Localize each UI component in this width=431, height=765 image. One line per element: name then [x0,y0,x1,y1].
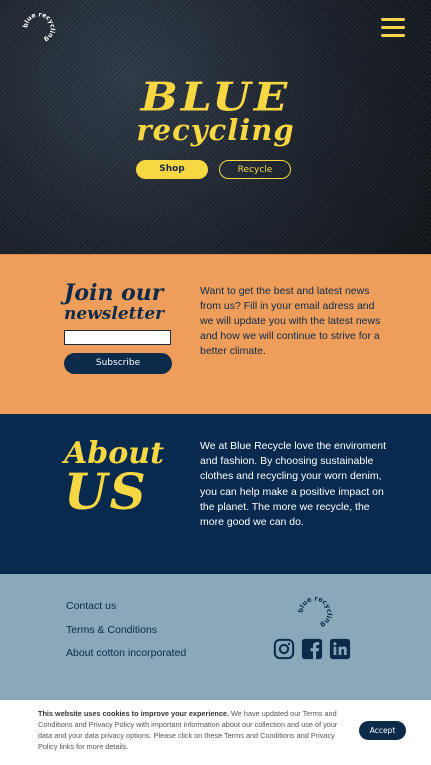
brand-subtitle: recycling [136,113,295,147]
facebook-icon[interactable] [301,638,323,660]
newsletter-section: Join our newsletter Subscribe Want to ge… [0,254,431,415]
cookie-message-bold: This website uses cookies to improve you… [38,709,230,718]
subscribe-button[interactable]: Subscribe [64,353,172,374]
badge-text: blue recycling [22,11,56,43]
footer-badge-text: blue recycling [297,595,334,630]
svg-text:blue recycling: blue recycling [22,11,56,43]
about-text: We at Blue Recycle love the enviroment a… [200,440,386,529]
about-section: About US We at Blue Recycle love the env… [0,414,431,574]
about-title: About US [64,439,164,517]
instagram-icon[interactable] [273,638,295,660]
footer-brand-badge: blue recycling [297,595,334,630]
menu-icon[interactable] [381,18,405,38]
about-title-line2: US [64,462,148,521]
newsletter-text: Want to get the best and latest news fro… [200,285,381,357]
footer-link-terms[interactable]: Terms & Conditions [66,624,157,636]
svg-text:blue recycling: blue recycling [297,595,334,630]
accept-cookies-button[interactable]: Accept [359,721,406,740]
newsletter-title-line1: Join our [64,280,164,306]
footer: Contact us Terms & Conditions About cott… [0,574,431,700]
newsletter-title: Join our newsletter [64,282,164,323]
cookie-banner: This website uses cookies to improve you… [0,700,431,765]
email-field[interactable] [64,330,171,345]
recycle-button[interactable]: Recycle [219,160,291,179]
brand-badge-logo[interactable]: blue recycling [21,10,57,46]
hero-section: blue recycling BLUE recycling Shop Recyc… [0,0,431,254]
shop-button[interactable]: Shop [136,160,208,179]
newsletter-title-line2: newsletter [64,304,165,324]
cookie-message: This website uses cookies to improve you… [38,708,343,752]
footer-link-contact[interactable]: Contact us [66,600,116,612]
footer-link-cotton[interactable]: About cotton incorporated [66,647,186,659]
linkedin-icon[interactable] [329,638,351,660]
